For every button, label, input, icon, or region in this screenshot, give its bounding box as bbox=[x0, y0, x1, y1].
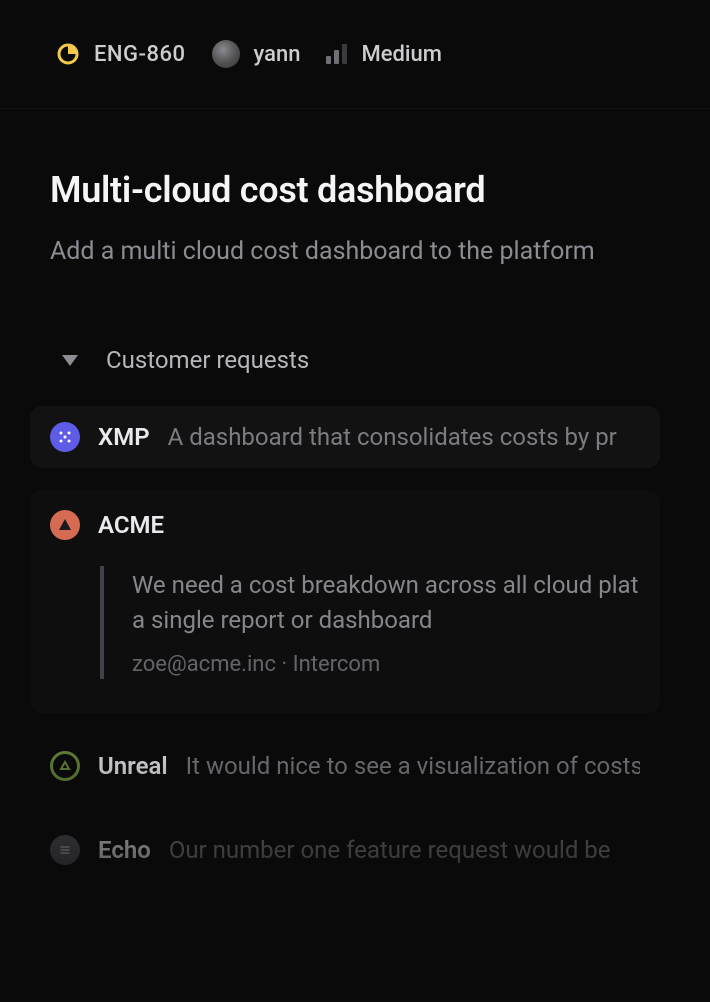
request-card-acme[interactable]: ACME We need a cost breakdown across all… bbox=[30, 490, 660, 713]
org-icon-xmp bbox=[50, 422, 80, 452]
priority-label: Medium bbox=[361, 42, 441, 67]
org-name: XMP bbox=[98, 423, 150, 451]
section-title: Customer requests bbox=[106, 346, 309, 374]
org-icon-unreal bbox=[50, 751, 80, 781]
requests-list: XMP A dashboard that consolidates costs … bbox=[30, 406, 660, 881]
org-icon-echo bbox=[50, 835, 80, 865]
org-name: ACME bbox=[98, 511, 164, 539]
issue-header: ENG-860 yann Medium bbox=[0, 0, 710, 109]
quote-meta: zoe@acme.inc · Intercom bbox=[132, 652, 640, 677]
request-summary: It would nice to see a visualization of … bbox=[186, 752, 640, 780]
assignee-chip[interactable]: yann bbox=[212, 40, 301, 68]
assignee-name: yann bbox=[254, 42, 301, 67]
issue-id-text: ENG-860 bbox=[94, 42, 186, 67]
org-icon-acme bbox=[50, 510, 80, 540]
org-name: Echo bbox=[98, 836, 151, 864]
quote-text: We need a cost breakdown across all clou… bbox=[132, 568, 640, 638]
in-progress-icon bbox=[56, 42, 80, 66]
request-summary: A dashboard that consolidates costs by p… bbox=[168, 423, 617, 451]
customer-requests-section: Customer requests XMP A dashboard that c… bbox=[50, 346, 660, 881]
priority-chip[interactable]: Medium bbox=[326, 42, 441, 67]
issue-subtitle: Add a multi cloud cost dashboard to the … bbox=[50, 237, 660, 266]
request-quote: We need a cost breakdown across all clou… bbox=[100, 566, 640, 679]
chevron-down-icon bbox=[62, 355, 78, 366]
request-row-unreal[interactable]: Unreal It would nice to see a visualizat… bbox=[30, 735, 660, 797]
priority-medium-icon bbox=[326, 44, 347, 64]
issue-id-chip[interactable]: ENG-860 bbox=[56, 42, 186, 67]
request-row-xmp[interactable]: XMP A dashboard that consolidates costs … bbox=[30, 406, 660, 468]
org-name: Unreal bbox=[98, 752, 168, 780]
request-summary: Our number one feature request would be bbox=[169, 836, 611, 864]
section-toggle[interactable]: Customer requests bbox=[50, 346, 660, 374]
avatar bbox=[212, 40, 240, 68]
request-row-echo[interactable]: Echo Our number one feature request woul… bbox=[30, 819, 660, 881]
issue-body: Multi-cloud cost dashboard Add a multi c… bbox=[0, 109, 710, 881]
issue-title: Multi-cloud cost dashboard bbox=[50, 169, 660, 211]
